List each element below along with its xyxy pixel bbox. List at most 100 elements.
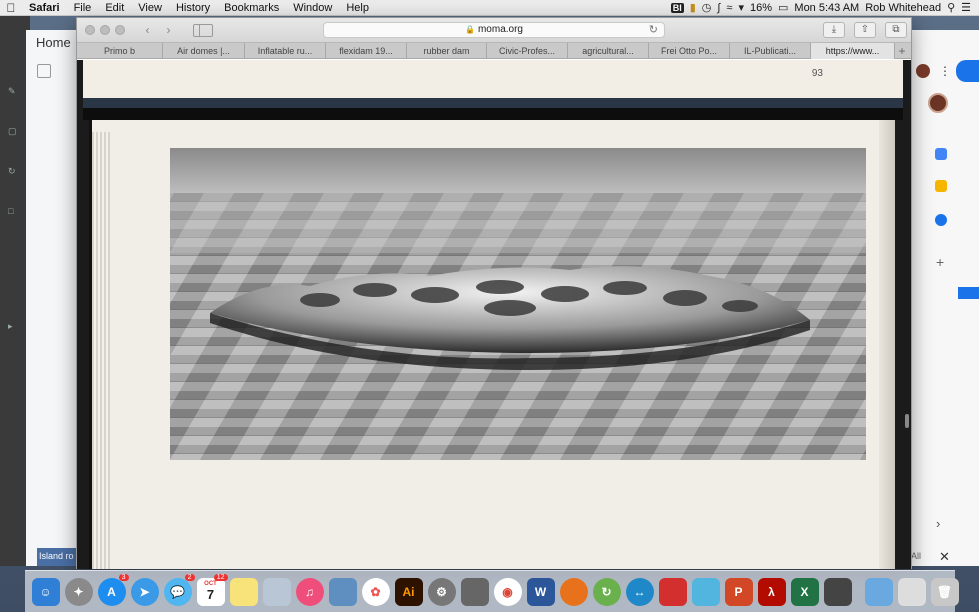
add-addon-icon[interactable]: + — [936, 254, 944, 270]
documents-stack-icon[interactable] — [897, 577, 926, 606]
time-machine-icon[interactable]: ◷ — [702, 1, 712, 14]
tab-il-publications[interactable]: IL-Publicati... — [730, 43, 811, 59]
powerpoint-icon[interactable]: P — [724, 577, 753, 606]
illustrator-icon[interactable]: Ai — [394, 577, 423, 606]
drive-icon[interactable] — [823, 577, 852, 606]
bluetooth-icon[interactable]: ∫ — [717, 2, 720, 14]
more-options-icon[interactable]: ⋮ — [939, 64, 951, 78]
menu-file[interactable]: File — [67, 2, 99, 14]
save-icon[interactable] — [37, 64, 51, 78]
chevron-right-icon[interactable]: › — [936, 516, 940, 531]
volume-icon[interactable]: ▾ — [738, 1, 744, 14]
account-avatar[interactable] — [928, 93, 948, 113]
tab-civic-profes[interactable]: Civic-Profes... — [487, 43, 568, 59]
teamviewer-icon[interactable]: ↔ — [625, 577, 654, 606]
system-preferences-icon[interactable]: ⚙ — [427, 577, 456, 606]
book-edge — [879, 120, 895, 569]
dock: ☺ ✦ A3 ➤ 💬 2 OCT 7 12 ♫ ✿ Ai ⚙ ◉ W ↻ ↔ P … — [25, 570, 959, 612]
tab-moma-active[interactable]: https://www... — [811, 43, 895, 59]
menu-edit[interactable]: Edit — [98, 2, 131, 14]
tab-primo[interactable]: Primo b — [77, 43, 163, 59]
forward-button[interactable]: › — [160, 23, 177, 37]
scrollbar-thumb[interactable] — [905, 414, 909, 428]
menu-app-name[interactable]: Safari — [22, 2, 67, 14]
aerial-photo-inflatable-domes — [170, 148, 866, 460]
sync-app-icon[interactable]: ↻ — [592, 577, 621, 606]
finder-icon[interactable]: ☺ — [31, 577, 60, 606]
word-icon[interactable]: W — [526, 577, 555, 606]
battery-icon[interactable]: ▭ — [778, 1, 788, 14]
keep-addon-icon[interactable] — [935, 180, 947, 192]
tab-bar: Primo b Air domes |... Inflatable ru... … — [77, 42, 911, 59]
autocad-icon[interactable] — [691, 577, 720, 606]
tab-rubber-dam[interactable]: rubber dam — [407, 43, 487, 59]
shield-status-icon[interactable]: ▮ — [690, 1, 696, 14]
tab-overview-button[interactable]: ⧉ — [885, 22, 907, 38]
all-label: All — [911, 551, 922, 561]
tab-air-domes[interactable]: Air domes |... — [163, 43, 245, 59]
tasks-addon-icon[interactable] — [935, 214, 947, 226]
sketchup-icon[interactable] — [658, 577, 687, 606]
tab-inflatable[interactable]: Inflatable ru... — [245, 43, 326, 59]
reload-icon[interactable]: ↻ — [649, 23, 658, 37]
preview-icon[interactable] — [262, 577, 291, 606]
primary-action-button[interactable] — [956, 60, 979, 82]
launchpad-icon[interactable]: ✦ — [64, 577, 93, 606]
menu-window[interactable]: Window — [286, 2, 339, 14]
zoom-window-button[interactable] — [115, 25, 125, 35]
address-bar[interactable]: 🔒 moma.org ↻ — [323, 22, 665, 38]
messages-icon[interactable]: 💬 2 — [163, 573, 195, 606]
calendar-icon[interactable]: OCT 7 12 — [196, 573, 228, 606]
status-area: BI ▮ ◷ ∫ ≈ ▾ 16% ▭ Mon 5:43 AM Rob White… — [670, 1, 979, 14]
close-window-button[interactable] — [85, 25, 95, 35]
profile-avatar[interactable] — [916, 64, 930, 78]
expand-arrow-icon: ▸ — [8, 321, 13, 331]
applications-folder-icon[interactable] — [864, 577, 893, 606]
spotlight-search-icon[interactable]: ⚲ — [947, 1, 955, 14]
home-tab[interactable]: Home — [36, 35, 71, 50]
book-spine — [92, 132, 110, 569]
photos-icon[interactable]: ✿ — [361, 577, 390, 606]
user-name[interactable]: Rob Whitehead — [865, 2, 941, 14]
acrobat-icon[interactable]: λ — [757, 577, 786, 606]
calendar-addon-icon[interactable] — [935, 148, 947, 160]
trash-icon[interactable]: 🗑 — [930, 577, 959, 606]
menu-bookmarks[interactable]: Bookmarks — [217, 2, 286, 14]
tab-flexidam[interactable]: flexidam 19... — [326, 43, 407, 59]
page-gap — [83, 108, 903, 120]
new-tab-button[interactable]: + — [895, 43, 909, 59]
close-icon[interactable]: ✕ — [939, 549, 950, 565]
share-button[interactable]: ⇧ — [854, 22, 876, 38]
apple-menu-icon[interactable]:  — [0, 1, 22, 15]
calculator-icon[interactable] — [460, 577, 489, 606]
excel-icon[interactable]: X — [790, 577, 819, 606]
notes-icon[interactable] — [229, 577, 258, 606]
menu-history[interactable]: History — [169, 2, 217, 14]
app-store-badge: 3 — [118, 573, 129, 581]
address-text: moma.org — [477, 24, 523, 35]
tool-icon: ✎ — [8, 86, 16, 96]
image-capture-icon[interactable] — [328, 577, 357, 606]
app-store-icon[interactable]: A3 — [97, 573, 129, 606]
notification-center-icon[interactable]: ☰ — [961, 1, 971, 14]
chrome-icon[interactable]: ◉ — [493, 577, 522, 606]
tool-icon: ↻ — [8, 166, 16, 176]
wifi-icon[interactable]: ≈ — [726, 2, 732, 14]
page-number: 93 — [811, 68, 823, 79]
sidebar-toggle-icon[interactable] — [193, 23, 213, 37]
battery-percent: 16% — [749, 1, 772, 14]
illustrator-label: Ai — [402, 584, 415, 599]
tab-frei-otto[interactable]: Frei Otto Po... — [649, 43, 730, 59]
menu-help[interactable]: Help — [339, 2, 376, 14]
back-button[interactable]: ‹ — [139, 23, 156, 37]
menu-view[interactable]: View — [131, 2, 169, 14]
tab-agricultural[interactable]: agricultural... — [568, 43, 649, 59]
minimize-window-button[interactable] — [100, 25, 110, 35]
itunes-icon[interactable]: ♫ — [295, 577, 324, 606]
page-gap — [83, 98, 903, 108]
firefox-icon[interactable] — [559, 577, 588, 606]
downloads-button[interactable]: ⤓ — [823, 22, 845, 38]
clock[interactable]: Mon 5:43 AM — [794, 2, 859, 14]
safari-icon[interactable]: ➤ — [130, 577, 159, 606]
bi-status-icon[interactable]: BI — [670, 2, 684, 13]
